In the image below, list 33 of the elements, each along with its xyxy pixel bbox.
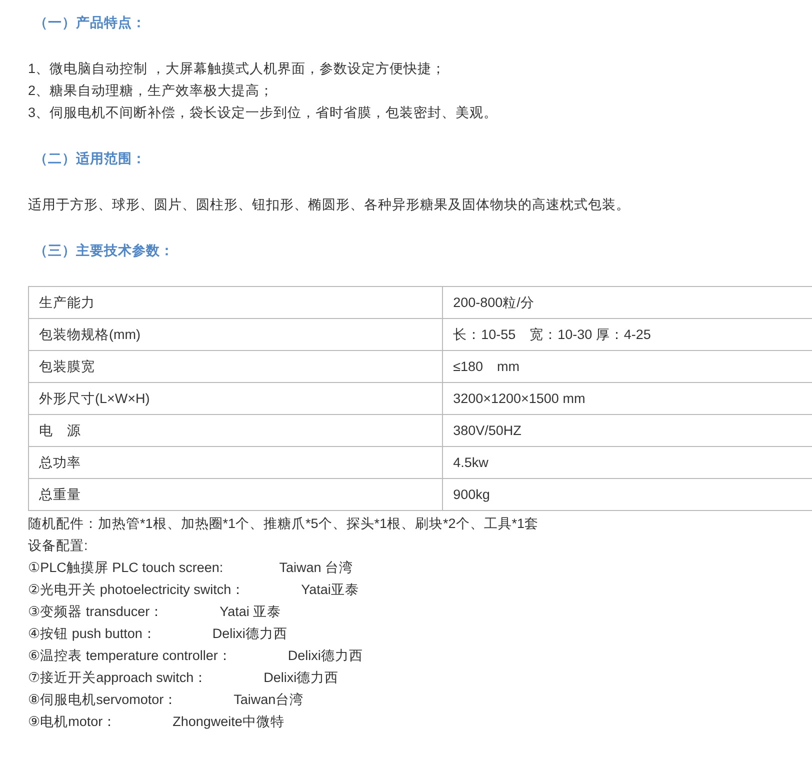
config-label: ④按钮 push button： [28, 625, 156, 643]
config-value: Yatai亚泰 [301, 581, 359, 599]
table-cell: 总功率 [28, 446, 443, 478]
config-label: ①PLC触摸屏 PLC touch screen: [28, 559, 224, 577]
table-cell: 包装膜宽 [28, 350, 443, 382]
list-item: 2、糖果自动理糖，生产效率极大提高； [28, 82, 275, 100]
list-item: 1、微电脑自动控制 ，大屏幕触摸式人机界面，参数设定方便快捷； [28, 60, 446, 78]
config-label: ⑨电机motor： [28, 713, 117, 731]
table-cell: 外形尺寸(L×W×H) [28, 382, 443, 414]
config-value: Zhongweite中微特 [172, 713, 284, 731]
config-label: ③变频器 transducer： [28, 603, 164, 621]
config-value: Yatai 亚泰 [220, 603, 282, 621]
config-value: Delixi德力西 [212, 625, 288, 643]
config-label: ⑦接近开关approach switch： [28, 669, 208, 687]
list-item: 3、伺服电机不间断补偿，袋长设定一步到位，省时省膜，包装密封、美观。 [28, 104, 499, 122]
config-value: Delixi德力西 [288, 647, 363, 665]
config-value: Taiwan 台湾 [279, 559, 353, 577]
accessories-text: 随机配件：加热管*1根、加热圈*1个、推糖爪*5个、探头*1根、刷块*2个、工具*1套 [28, 515, 540, 533]
config-label: ⑥温控表 temperature controller： [28, 647, 232, 665]
config-value: Taiwan台湾 [234, 691, 304, 709]
table-cell: 包装物规格(mm) [28, 318, 443, 350]
config-value: Delixi德力西 [264, 669, 339, 687]
config-label: ②光电开关 photoelectricity switch： [28, 581, 246, 599]
table-cell: 200-800粒/分 [442, 286, 812, 318]
table-cell: 电 源 [28, 414, 443, 446]
section-heading: （三）主要技术参数： [33, 242, 175, 260]
config-label: ⑧伺服电机servomotor： [28, 691, 178, 709]
paragraph: 适用于方形、球形、圆片、圆柱形、钮扣形、椭圆形、各种异形糖果及固体物块的高速枕式包装。 [28, 196, 631, 214]
section-heading: （二）适用范围： [33, 150, 147, 168]
config-title: 设备配置: [28, 537, 89, 555]
table-cell: 总重量 [28, 478, 443, 510]
table-cell: 生产能力 [28, 286, 443, 318]
section-heading: （一）产品特点： [33, 14, 147, 32]
